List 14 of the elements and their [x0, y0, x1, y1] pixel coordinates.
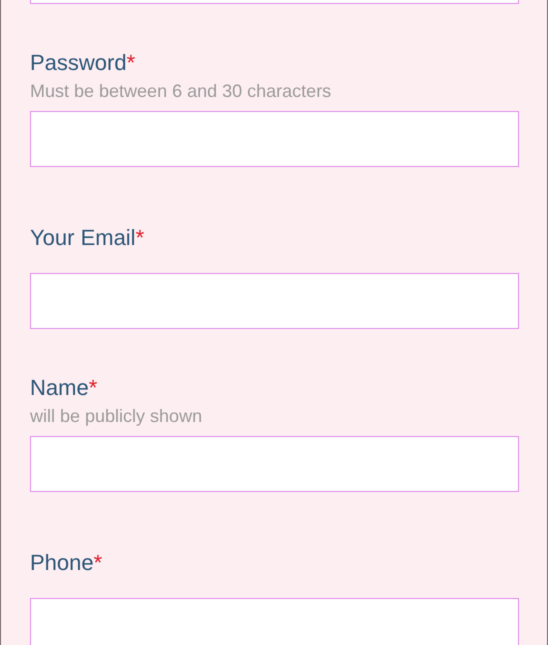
- field-label: Password: [30, 49, 127, 77]
- field-label: Phone: [30, 549, 94, 577]
- required-mark: *: [94, 549, 102, 577]
- required-mark: *: [136, 224, 144, 252]
- field-hint: Must be between 6 and 30 characters: [30, 80, 332, 103]
- input-field[interactable]: [30, 111, 519, 167]
- field-label: Your Email: [30, 224, 136, 252]
- required-mark: *: [88, 374, 98, 402]
- input-field[interactable]: [30, 598, 519, 645]
- required-mark: *: [126, 49, 136, 77]
- input-field[interactable]: [30, 436, 519, 492]
- field-hint: will be publicly shown: [30, 405, 204, 428]
- input-field[interactable]: [30, 273, 519, 329]
- field-label: Name: [30, 374, 89, 402]
